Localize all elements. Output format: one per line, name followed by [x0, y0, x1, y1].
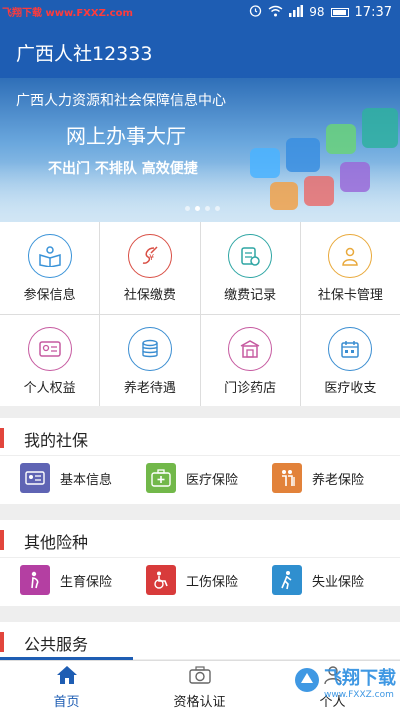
tab-qualification[interactable]: 资格认证 [133, 665, 266, 710]
item-medical-insurance[interactable]: 医疗保险 [146, 462, 238, 494]
section-title: 公共服务 [24, 635, 89, 654]
section-public-services: 公共服务 [0, 622, 400, 660]
banner-org-text: 广西人力资源和社会保障信息中心 [16, 93, 226, 109]
elderly-icon [272, 463, 302, 493]
book-person-icon [27, 234, 72, 278]
svg-text:¥: ¥ [149, 253, 154, 262]
watermark-logo: 飞翔下载 www.FXXZ.com [294, 664, 396, 700]
page-title: 广西人社12333 [16, 43, 153, 65]
carousel-dot [185, 206, 190, 211]
signal-icon [289, 4, 304, 20]
maternity-icon [20, 565, 50, 595]
app-header: 广西人社12333 [0, 24, 400, 78]
home-icon [56, 666, 78, 689]
watermark-url: www.FXXZ.com [324, 690, 394, 700]
item-label: 生育保险 [60, 574, 113, 590]
clock: 17:37 [354, 4, 392, 20]
item-maternity-insurance[interactable]: 生育保险 [20, 564, 112, 596]
grid-item-label: 社保缴费 [123, 288, 176, 303]
grid-item-pension[interactable]: 养老待遇 [100, 314, 200, 406]
grid-item-label: 门诊药店 [224, 380, 277, 396]
item-label: 养老保险 [312, 472, 365, 488]
carousel-dot [215, 206, 220, 211]
item-label: 工伤保险 [186, 574, 239, 590]
section-title: 其他险种 [24, 533, 89, 552]
record-icon [228, 234, 273, 278]
carousel-indicator [185, 206, 220, 211]
item-basic-info[interactable]: 基本信息 [20, 462, 112, 494]
card-person-icon [328, 234, 373, 278]
walking-icon [272, 565, 302, 595]
item-label: 医疗保险 [186, 472, 239, 488]
tab-home[interactable]: 首页 [0, 665, 133, 710]
wifi-icon [268, 5, 283, 20]
section-accent-bar [0, 428, 4, 448]
grid-item-label: 养老待遇 [123, 380, 176, 396]
grid-item-label: 缴费记录 [224, 288, 277, 303]
section-header: 公共服务 [0, 622, 400, 660]
tab-label: 资格认证 [173, 695, 226, 710]
item-injury-insurance[interactable]: 工伤保险 [146, 564, 238, 596]
tab-label: 首页 [53, 695, 80, 710]
grid-item-insurance-info[interactable]: 参保信息 [0, 222, 100, 314]
grid-item-label: 医疗收支 [324, 380, 377, 396]
grid-item-payment[interactable]: ¥ 社保缴费 [100, 222, 200, 314]
grid-item-label: 社保卡管理 [317, 288, 383, 303]
carousel-dot [205, 206, 210, 211]
item-unemployment-insurance[interactable]: 失业保险 [272, 564, 364, 596]
battery-percent: 98 [309, 5, 325, 19]
item-pension-insurance[interactable]: 养老保险 [272, 462, 364, 494]
battery-icon [330, 7, 349, 17]
pharmacy-icon [228, 326, 273, 371]
item-label: 基本信息 [60, 472, 113, 488]
payment-pen-icon: ¥ [127, 234, 172, 278]
section-header: 我的社保 [0, 418, 400, 456]
banner-slogan: 不出门 不排队 高效便捷 [48, 161, 198, 177]
coins-icon [127, 326, 172, 371]
service-grid: 参保信息 ¥ 社保缴费 缴费记录 社保卡管理 个人权益 养老待遇 门诊药店 医疗… [0, 222, 400, 406]
section-items: 生育保险 工伤保险 失业保险 [0, 558, 400, 606]
banner-title: 网上办事大厅 [66, 124, 186, 148]
watermark-brand: 飞翔下载 [324, 668, 396, 689]
grid-item-label: 个人权益 [23, 380, 76, 396]
calendar-icon [328, 326, 373, 371]
section-my-insurance: 我的社保 基本信息 医疗保险 养老保险 [0, 418, 400, 504]
section-items: 基本信息 医疗保险 养老保险 [0, 456, 400, 504]
wheelchair-icon [146, 565, 176, 595]
grid-item-card-management[interactable]: 社保卡管理 [300, 222, 400, 314]
carousel-dot-active [195, 206, 200, 211]
grid-item-label: 参保信息 [23, 288, 76, 303]
id-card-icon [20, 463, 50, 493]
section-accent-bar [0, 632, 4, 652]
camera-icon [188, 666, 211, 689]
item-label: 失业保险 [312, 574, 365, 590]
watermark-text: 飞翔下载 www.FXXZ.com [2, 8, 133, 19]
section-title: 我的社保 [24, 431, 89, 450]
grid-item-clinic-pharmacy[interactable]: 门诊药店 [200, 314, 300, 406]
grid-item-payment-records[interactable]: 缴费记录 [200, 222, 300, 314]
banner-graphic [240, 108, 400, 218]
section-header: 其他险种 [0, 520, 400, 558]
section-accent-bar [0, 530, 4, 550]
section-other-insurance: 其他险种 生育保险 工伤保险 失业保险 [0, 520, 400, 606]
medical-kit-icon [146, 463, 176, 493]
alarm-icon [249, 4, 262, 20]
watermark-icon [294, 667, 320, 697]
grid-item-medical-expenses[interactable]: 医疗收支 [300, 314, 400, 406]
banner-carousel[interactable]: 广西人力资源和社会保障信息中心 网上办事大厅 不出门 不排队 高效便捷 [0, 78, 400, 222]
status-bar: 飞翔下载 www.FXXZ.com 98 17:37 [0, 0, 400, 24]
id-card-icon [27, 326, 72, 371]
grid-item-personal-rights[interactable]: 个人权益 [0, 314, 100, 406]
